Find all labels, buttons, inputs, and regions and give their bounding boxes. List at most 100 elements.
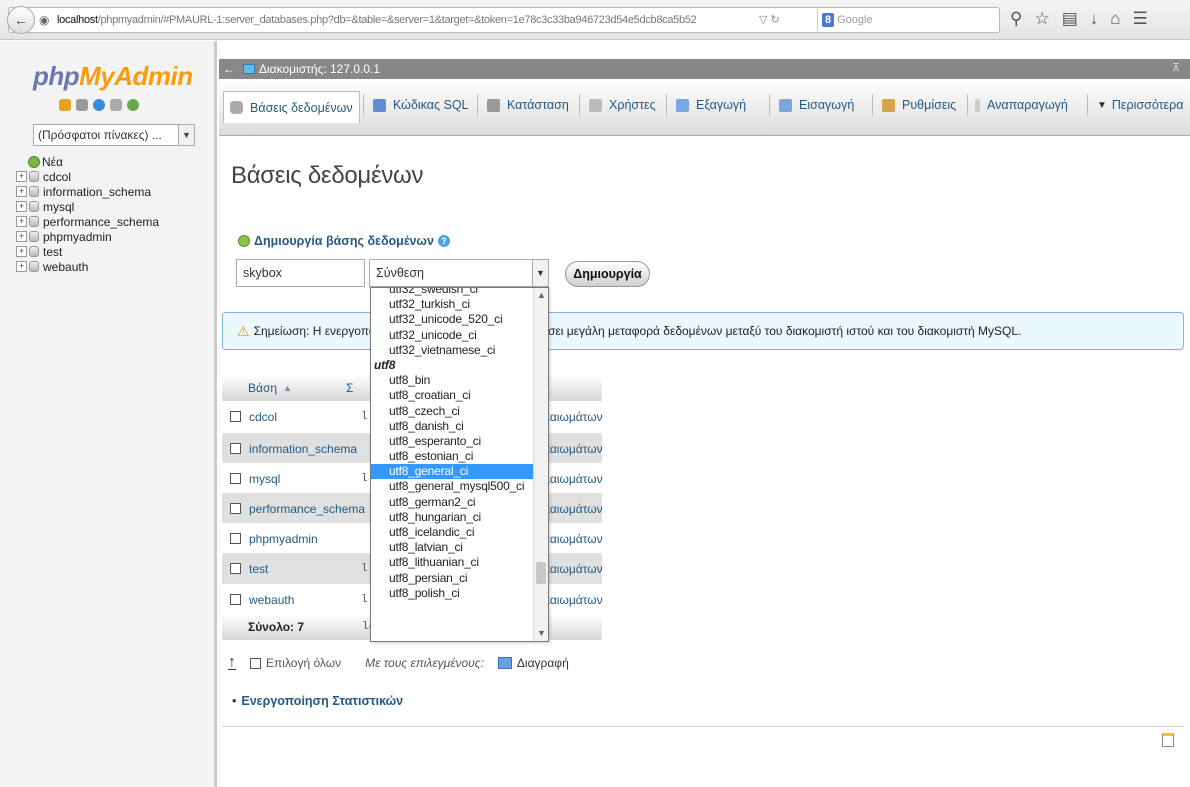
console-icon[interactable] [1162,733,1174,747]
check-privileges-link[interactable]: καιωμάτων [544,442,603,456]
select-all-checkbox[interactable] [250,657,261,669]
logout-icon[interactable] [76,99,88,111]
row-checkbox[interactable] [230,563,241,574]
dropdown-option[interactable]: utf32_swedish_ci [371,288,534,297]
help-icon[interactable]: ? [437,235,450,247]
server-link[interactable]: Διακομιστής: 127.0.0.1 [259,62,380,76]
database-name-input[interactable]: skybox [236,259,365,287]
reload-icon[interactable]: ▽ ↻ [759,13,780,26]
dropdown-option[interactable]: utf8_danish_ci [371,419,534,434]
home-icon[interactable]: ⌂ [1110,9,1120,29]
scroll-down-icon[interactable]: ▼ [534,626,548,641]
bookmark-star-icon[interactable]: ☆ [1034,9,1049,29]
back-button[interactable]: ← [7,6,35,34]
database-link[interactable]: mysql [249,472,361,486]
dropdown-option[interactable]: utf8_croatian_ci [371,388,534,403]
tree-item-database[interactable]: + webauth [16,259,159,274]
tab-sql[interactable]: Κώδικας SQL [373,91,469,119]
dropdown-option[interactable]: utf8_esperanto_ci [371,434,534,449]
database-link[interactable]: webauth [249,593,361,607]
dropdown-scrollbar[interactable]: ▲ ▼ [533,288,548,641]
dropdown-option[interactable]: utf8_general_ci [371,464,534,480]
url-text[interactable]: localhost/phpmyadmin/#PMAURL-1:server_da… [57,14,697,26]
dropdown-option[interactable]: utf32_vietnamese_ci [371,343,534,358]
database-link[interactable]: information_schema [249,442,361,456]
row-checkbox[interactable] [230,473,241,484]
collation-dropdown-list[interactable]: utf32_swedish_ci utf32_turkish_ci utf32_un… [370,287,549,642]
scroll-up-icon[interactable]: ▲ [534,288,548,303]
tab-more[interactable]: ▼ Περισσότερα [1097,91,1183,119]
database-link[interactable]: cdcol [249,410,361,424]
check-privileges-link[interactable]: καιωμάτων [544,502,603,516]
dropdown-option[interactable]: utf8_persian_ci [371,571,534,586]
home-icon[interactable] [59,99,71,111]
dropdown-option[interactable]: utf8_hungarian_ci [371,510,534,525]
dropdown-option[interactable]: utf32_unicode_ci [371,328,534,343]
database-link[interactable]: phpmyadmin [249,532,361,546]
dropdown-option[interactable]: utf32_turkish_ci [371,297,534,312]
collation-select[interactable]: Σύνθεση ▼ [369,259,549,287]
recent-tables-select[interactable]: (Πρόσφατοι πίνακες) ... ▼ [33,124,195,146]
tab-export[interactable]: Εξαγωγή [676,91,746,119]
expand-icon[interactable]: + [16,261,27,272]
expand-icon[interactable]: + [16,201,27,212]
tab-settings[interactable]: Ρυθμίσεις [882,91,956,119]
tree-item-database[interactable]: + performance_schema [16,214,159,229]
tree-item-database[interactable]: + test [16,244,159,259]
expand-icon[interactable]: + [16,186,27,197]
collapse-nav-icon[interactable]: ← [223,62,235,76]
dropdown-option[interactable]: utf8_icelandic_ci [371,525,534,540]
dropdown-option[interactable]: utf8_polish_ci [371,586,534,601]
docs-icon[interactable] [110,99,122,111]
tree-item-database[interactable]: + phpmyadmin [16,229,159,244]
tab-users[interactable]: Χρήστες [589,91,656,119]
download-icon[interactable]: ↓ [1090,9,1099,29]
collapse-icon[interactable]: ⊼ [1172,61,1180,74]
expand-icon[interactable]: + [16,216,27,227]
address-bar[interactable]: ← ◉ localhost/phpmyadmin/#PMAURL-1:serve… [7,6,1001,34]
column-header-collation[interactable]: Σ [346,381,353,395]
tree-item-database[interactable]: + cdcol [16,169,159,184]
tab-status[interactable]: Κατάσταση [487,91,569,119]
expand-icon[interactable]: + [16,246,27,257]
check-privileges-link[interactable]: καιωμάτων [544,410,603,424]
row-checkbox[interactable] [230,503,241,514]
tree-item-database[interactable]: + mysql [16,199,159,214]
menu-icon[interactable]: ☰ [1133,9,1148,29]
database-link[interactable]: performance_schema [249,502,365,516]
tree-item-new[interactable]: Νέα [16,154,159,169]
dropdown-option[interactable]: utf32_unicode_520_ci [371,312,534,327]
row-checkbox[interactable] [230,594,241,605]
dropdown-option[interactable]: utf8_bin [371,373,534,388]
dropdown-option[interactable]: utf8_estonian_ci [371,449,534,464]
scroll-thumb[interactable] [536,562,546,584]
tab-databases[interactable]: Βάσεις δεδομένων [223,91,360,123]
tab-replication[interactable]: Αναπαραγωγή [975,91,1068,119]
tree-item-database[interactable]: + information_schema [16,184,159,199]
delete-button[interactable]: Διαγραφή [517,656,569,670]
expand-icon[interactable]: + [16,231,27,242]
phpmyadmin-logo[interactable]: phpMyAdmin [33,61,193,92]
dropdown-option[interactable]: utf8_latvian_ci [371,540,534,555]
search-icon[interactable]: ⚲ [1010,9,1022,29]
help-icon[interactable] [93,99,105,111]
tab-import[interactable]: Εισαγωγή [779,91,854,119]
check-privileges-link[interactable]: καιωμάτων [544,593,603,607]
search-input[interactable]: 8 Google [817,8,1001,32]
row-checkbox[interactable] [230,533,241,544]
dropdown-option[interactable]: utf8_lithuanian_ci [371,555,534,570]
bookmarks-list-icon[interactable]: ▤ [1062,9,1078,29]
enable-statistics-link[interactable]: Ενεργοποίηση Στατιστικών [241,694,403,708]
check-privileges-link[interactable]: καιωμάτων [544,562,603,576]
dropdown-option[interactable]: utf8_german2_ci [371,495,534,510]
dropdown-option[interactable]: utf8_general_mysql500_ci [371,479,534,494]
reload-icon[interactable] [127,99,139,111]
row-checkbox[interactable] [230,443,241,454]
row-checkbox[interactable] [230,411,241,422]
dropdown-option[interactable]: utf8_czech_ci [371,404,534,419]
database-link[interactable]: test [249,562,361,576]
expand-icon[interactable]: + [16,171,27,182]
select-all-label[interactable]: Επιλογή όλων [266,656,341,670]
check-privileges-link[interactable]: καιωμάτων [544,472,603,486]
create-button[interactable]: Δημιουργία [565,261,650,287]
